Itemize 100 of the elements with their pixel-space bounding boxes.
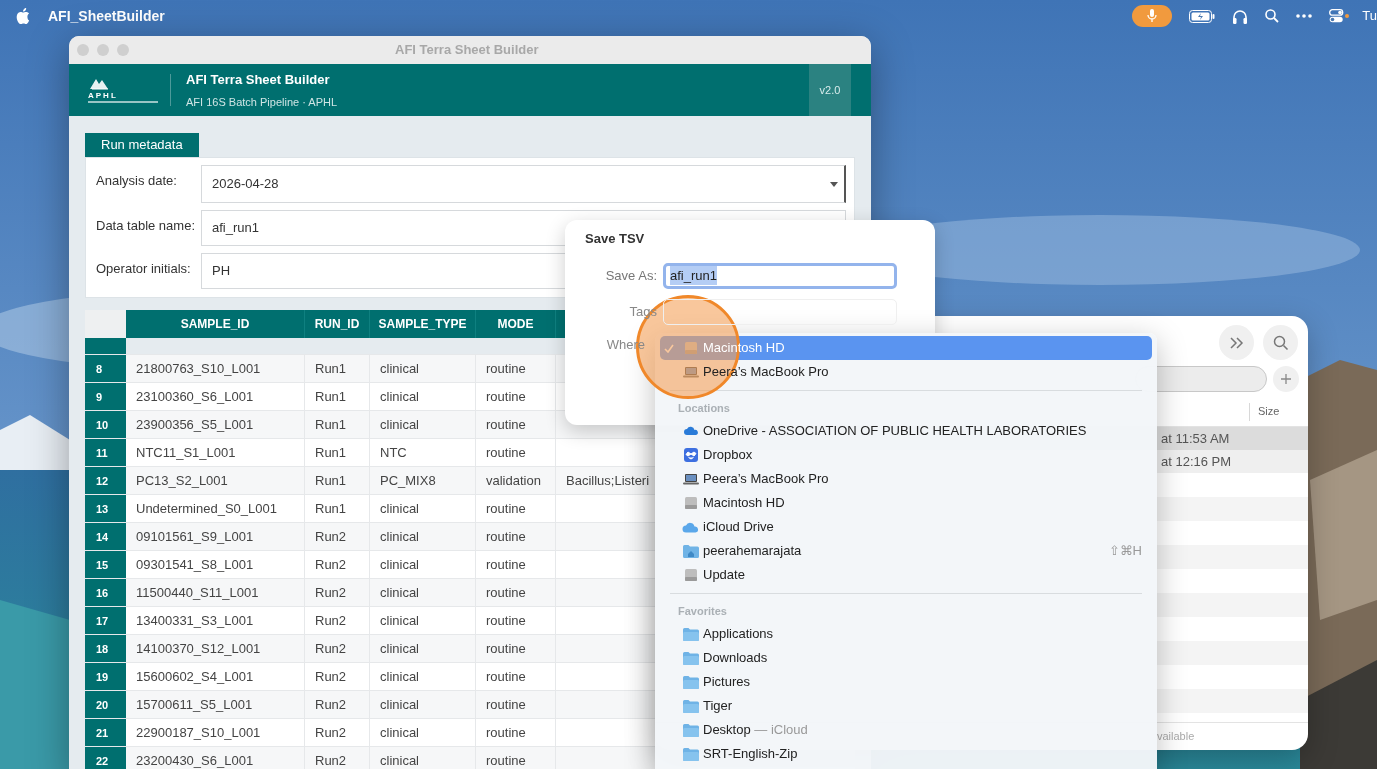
headphones-icon[interactable] — [1232, 8, 1249, 24]
menu-item[interactable]: Peera’s MacBook Pro — [660, 467, 1152, 491]
date-field[interactable]: 2026-04-28 — [201, 165, 846, 203]
table-cell: clinical — [370, 495, 476, 522]
menu-item[interactable]: OneDrive - ASSOCIATION OF PUBLIC HEALTH LABORATORIES — [660, 419, 1152, 443]
table-cell: 09101561_S9_L001 — [126, 523, 305, 550]
row-number: 17 — [85, 607, 126, 634]
row-number: 9 — [85, 383, 126, 410]
double-chevron-icon — [1229, 336, 1244, 349]
menu-item[interactable]: SRT-English-Zip — [660, 742, 1152, 766]
section-heading: Favorites — [677, 604, 728, 619]
table-cell: Run1 — [305, 467, 370, 494]
column-header[interactable]: SAMPLE_ID — [126, 310, 305, 338]
menu-item[interactable]: Desktop — iCloud — [660, 718, 1152, 742]
row-number: 16 — [85, 579, 126, 606]
tab[interactable]: Run metadata — [85, 133, 199, 157]
folder-icon — [682, 723, 699, 737]
table-cell: Run1 — [305, 439, 370, 466]
field-label: Save As: — [605, 266, 657, 285]
battery-icon[interactable] — [1189, 9, 1216, 23]
table-cell: Run2 — [305, 523, 370, 550]
menu-item[interactable]: Dropbox — [660, 443, 1152, 467]
column-header[interactable]: RUN_ID — [305, 310, 370, 338]
table-cell: 14100370_S12_L001 — [126, 635, 305, 662]
table-cell: Run2 — [305, 551, 370, 578]
menu-item[interactable]: peerahemarajata ⇧⌘H — [660, 539, 1152, 563]
dropdown-caret-icon[interactable] — [830, 181, 838, 187]
table-cell: routine — [476, 747, 556, 769]
section-heading: Locations — [677, 401, 731, 416]
add-button[interactable] — [1273, 366, 1299, 392]
menu-item[interactable]: Tiger — [660, 694, 1152, 718]
table-cell: PC13_S2_L001 — [126, 467, 305, 494]
table-cell: 23100360_S6_L001 — [126, 383, 305, 410]
laptop-icon — [682, 473, 699, 485]
microphone-indicator[interactable] — [1132, 5, 1173, 27]
column-header[interactable]: MODE — [476, 310, 556, 338]
row-number-strip — [85, 338, 126, 354]
status-text: vailable — [1157, 729, 1195, 745]
cloud-icon — [682, 426, 699, 436]
control-center-icon[interactable] — [1329, 9, 1350, 23]
row-number: 22 — [85, 747, 126, 769]
dropbox-icon — [683, 448, 698, 462]
field-label: Analysis date: — [96, 172, 178, 190]
aphl-logo: APHL — [88, 77, 160, 103]
column-header[interactable]: SAMPLE_TYPE — [370, 310, 476, 338]
menu-bar-clock[interactable]: Tu — [1362, 6, 1377, 26]
table-cell: Run2 — [305, 607, 370, 634]
table-cell: routine — [476, 355, 556, 382]
menu-item[interactable]: Applications — [660, 622, 1152, 646]
table-cell-text: Bacillus;Listeri — [565, 471, 650, 490]
table-cell: validation — [476, 467, 556, 494]
table-cell: routine — [476, 635, 556, 662]
field-label: Operator initials: — [96, 260, 192, 278]
search-icon[interactable] — [1265, 9, 1280, 23]
app-name[interactable]: AFI_SheetBuilder — [48, 5, 165, 27]
table-cell: routine — [476, 691, 556, 718]
table-cell: routine — [476, 495, 556, 522]
row-number: 12 — [85, 467, 126, 494]
save-as-field[interactable]: afi_run1 — [663, 262, 897, 289]
table-cell: routine — [476, 663, 556, 690]
window-title: AFI Terra Sheet Builder — [395, 41, 539, 60]
table-cell: clinical — [370, 607, 476, 634]
table-cell: clinical — [370, 719, 476, 746]
table-cell: 15700611_S5_L001 — [126, 691, 305, 718]
cloud-icon — [682, 521, 699, 533]
table-cell: clinical — [370, 383, 476, 410]
row-number: 15 — [85, 551, 126, 578]
table-cell: Run2 — [305, 663, 370, 690]
laptop-icon — [682, 366, 699, 378]
table-cell: 21800763_S10_L001 — [126, 355, 305, 382]
checkmark-icon — [664, 343, 674, 353]
menu-item[interactable]: Downloads — [660, 646, 1152, 670]
table-cell: PC_MIX8 — [370, 467, 476, 494]
table-cell: 13400331_S3_L001 — [126, 607, 305, 634]
search-button[interactable] — [1263, 325, 1298, 360]
column-header[interactable]: Size — [1258, 403, 1308, 420]
table-cell: clinical — [370, 663, 476, 690]
table-cell: 22900187_S10_L001 — [126, 719, 305, 746]
row-number: 19 — [85, 663, 126, 690]
version-badge: v2.0 — [809, 64, 851, 116]
more-icon[interactable] — [1296, 14, 1313, 18]
menu-item[interactable]: Macintosh HD — [660, 491, 1152, 515]
table-cell: clinical — [370, 355, 476, 382]
plus-icon — [1280, 373, 1292, 385]
row-number: 18 — [85, 635, 126, 662]
field-label: Data table name: — [96, 217, 196, 235]
table-cell: 09301541_S8_L001 — [126, 551, 305, 578]
folder-icon — [682, 675, 699, 689]
menu-item[interactable]: Pictures — [660, 670, 1152, 694]
menu-item[interactable]: iCloud Drive — [660, 515, 1152, 539]
apple-logo-icon[interactable] — [16, 8, 30, 24]
table-cell: routine — [476, 383, 556, 410]
table-cell: Undetermined_S0_L001 — [126, 495, 305, 522]
menu-item[interactable]: Peera’s MacBook Pro — [660, 360, 1152, 384]
table-cell: Run1 — [305, 495, 370, 522]
tags-field[interactable] — [663, 298, 897, 325]
search-icon — [1272, 334, 1289, 351]
menu-item[interactable]: Update — [660, 563, 1152, 587]
table-cell: routine — [476, 551, 556, 578]
table-cell: 23900356_S5_L001 — [126, 411, 305, 438]
